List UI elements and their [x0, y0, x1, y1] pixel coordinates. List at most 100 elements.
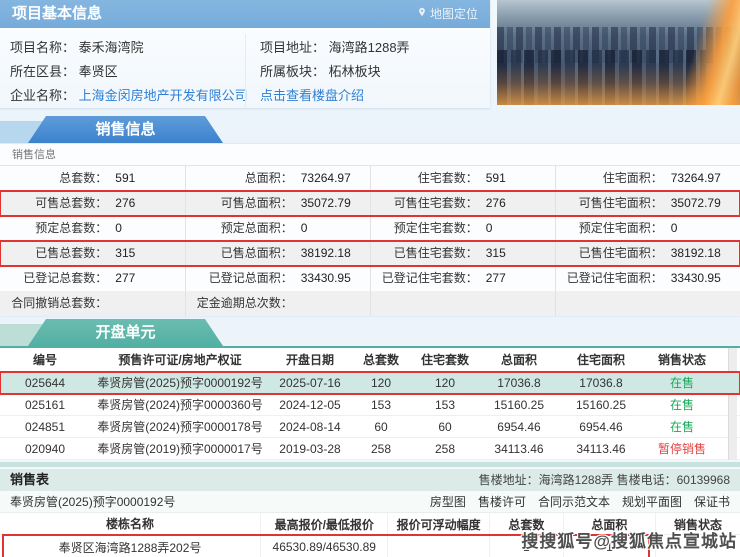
stat-value: 315: [107, 241, 185, 266]
stat-cell: 已售总面积：38192.18: [185, 241, 370, 266]
contract-sample-link[interactable]: 合同示范文本: [538, 491, 610, 512]
project-photo: [497, 0, 740, 105]
field-value: 柘林板块: [329, 64, 381, 79]
sales-office-info: 售楼地址：海湾路1288弄 售楼电话：60139968: [479, 469, 730, 491]
field-address: 项目地址： 海湾路1288弄: [260, 36, 480, 60]
stat-cell: [370, 291, 555, 316]
column-header: 最高报价/最低报价: [260, 513, 387, 534]
permit-number: 奉贤房管(2025)预字0000192号: [90, 374, 270, 391]
stat-value: 73264.97: [663, 166, 740, 191]
sales-permit-link[interactable]: 售楼许可: [478, 491, 526, 512]
stat-value: 38192.18: [663, 241, 740, 266]
stat-cell: 可售总套数：276: [0, 191, 185, 216]
stat-label: 预定住宅套数：: [371, 216, 478, 241]
stat-cell: 可售住宅套数：276: [370, 191, 555, 216]
stat-cell: 总面积：73264.97: [185, 166, 370, 191]
field-value: 泰禾海湾院: [79, 40, 144, 55]
opening-unit-row-selected[interactable]: 025644 奉贤房管(2025)预字0000192号 2025-07-16 1…: [0, 372, 740, 394]
stat-value: 0: [293, 216, 370, 241]
field-project-name: 项目名称： 泰禾海湾院: [10, 36, 235, 60]
field-company: 企业名称： 上海金闵房地产开发有限公司: [10, 84, 235, 108]
table-row-highlighted: 可售总套数：276 可售总面积：35072.79 可售住宅套数：276 可售住宅…: [0, 191, 740, 216]
project-info-body: 项目名称： 泰禾海湾院 所在区县： 奉贤区 企业名称： 上海金闵房地产开发有限公…: [0, 28, 490, 110]
stat-cell: 已售住宅套数：315: [370, 241, 555, 266]
field-label: 企业名称：: [10, 88, 75, 103]
building-name: 奉贤区海湾路1288弄202号: [0, 539, 260, 556]
unit-id: 025161: [0, 398, 90, 412]
total-units: 120: [350, 376, 412, 390]
stat-label: 预定总面积：: [186, 216, 293, 241]
permit-number: 奉贤房管(2019)预字0000017号: [90, 440, 270, 457]
table-row: 合同撤销总套数： 定金逾期总次数：: [0, 291, 740, 316]
planning-map-link[interactable]: 规划平面图: [622, 491, 682, 512]
stat-value: [663, 291, 740, 316]
stat-cell: 预定总套数：0: [0, 216, 185, 241]
tab-opening-units[interactable]: 开盘单元: [28, 319, 223, 346]
column-header: 预售许可证/房地产权证: [90, 351, 270, 368]
floorplan-link[interactable]: 房型图: [430, 491, 466, 512]
stat-label: 总套数：: [0, 166, 107, 191]
stat-value: 73264.97: [293, 166, 370, 191]
stat-value: 276: [107, 191, 185, 216]
stat-label: 已售住宅面积：: [556, 241, 663, 266]
stat-label: 可售住宅面积：: [556, 191, 663, 216]
column-header: 编号: [0, 351, 90, 368]
field-plate: 所属板块： 柘林板块: [260, 60, 480, 84]
stat-label: 已售住宅套数：: [371, 241, 478, 266]
opening-unit-row[interactable]: 024851 奉贤房管(2024)预字0000178号 2024-08-14 6…: [0, 416, 740, 438]
opening-unit-row[interactable]: 025161 奉贤房管(2024)预字0000360号 2024-12-05 1…: [0, 394, 740, 416]
residential-area: 34113.46: [560, 442, 642, 456]
stat-label: 可售总套数：: [0, 191, 107, 216]
stat-cell: 住宅面积：73264.97: [555, 166, 740, 191]
total-area: 6954.46: [478, 420, 560, 434]
stat-label: 已登记住宅面积：: [556, 266, 663, 291]
stat-label: 预定总套数：: [0, 216, 107, 241]
project-info-header: 项目基本信息 地图定位: [0, 0, 490, 28]
column-header: 住宅套数: [412, 351, 478, 368]
status-badge: 在售: [642, 418, 722, 435]
open-date: 2019-03-28: [270, 442, 350, 456]
guarantee-link[interactable]: 保证书: [694, 491, 730, 512]
residential-units: 120: [412, 376, 478, 390]
stat-value: 35072.79: [663, 191, 740, 216]
stat-label: 已登记总套数：: [0, 266, 107, 291]
sales-table-title: 销售表: [10, 469, 49, 491]
stat-cell: 住宅套数：591: [370, 166, 555, 191]
stat-value: 591: [478, 166, 555, 191]
stat-label: 可售总面积：: [186, 191, 293, 216]
top-section: 项目基本信息 地图定位 项目名称： 泰禾海湾院 所在区县： 奉贤区 企业名: [0, 0, 740, 108]
stat-label: 可售住宅套数：: [371, 191, 478, 216]
stat-label: 定金逾期总次数：: [186, 291, 293, 316]
map-locate-label: 地图定位: [430, 0, 478, 28]
project-info-left-col: 项目名称： 泰禾海湾院 所在区县： 奉贤区 企业名称： 上海金闵房地产开发有限公…: [0, 34, 245, 110]
stat-cell: 定金逾期总次数：: [185, 291, 370, 316]
stat-label: [556, 291, 663, 316]
stat-label: 住宅面积：: [556, 166, 663, 191]
opening-units-tabrow: 开盘单元: [0, 319, 740, 346]
map-pin-icon: [417, 0, 427, 28]
field-label: 项目地址：: [260, 40, 325, 55]
building-intro-link[interactable]: 点击查看楼盘介绍: [260, 88, 364, 103]
sales-table-header-bar: 销售表 售楼地址：海湾路1288弄 售楼电话：60139968: [0, 469, 740, 491]
stat-cell: 已登记住宅套数：277: [370, 266, 555, 291]
open-date: 2024-08-14: [270, 420, 350, 434]
stat-value: 35072.79: [293, 191, 370, 216]
residential-area: 15160.25: [560, 398, 642, 412]
opening-unit-row[interactable]: 020940 奉贤房管(2019)预字0000017号 2019-03-28 2…: [0, 438, 740, 460]
residential-area: 17036.8: [560, 376, 642, 390]
table-row: 总套数：591 总面积：73264.97 住宅套数：591 住宅面积：73264…: [0, 166, 740, 191]
status-badge: 在售: [642, 396, 722, 413]
sales-info-panel: 销售信息 总套数：591 总面积：73264.97 住宅套数：591 住宅面积：…: [0, 143, 740, 315]
stat-cell: 总套数：591: [0, 166, 185, 191]
column-header: 总面积: [478, 351, 560, 368]
stat-cell: 预定住宅面积：0: [555, 216, 740, 241]
table-scrollbar[interactable]: [728, 348, 737, 460]
map-locate-link[interactable]: 地图定位: [417, 0, 478, 28]
stat-label: 已售总面积：: [186, 241, 293, 266]
field-value: 奉贤区: [79, 64, 118, 79]
price-range: 46530.89/46530.89: [260, 535, 387, 557]
tab-sales-info[interactable]: 销售信息: [28, 116, 223, 143]
company-link[interactable]: 上海金闵房地产开发有限公司: [79, 88, 248, 103]
stat-value: 0: [107, 216, 185, 241]
stat-value: 33430.95: [663, 266, 740, 291]
